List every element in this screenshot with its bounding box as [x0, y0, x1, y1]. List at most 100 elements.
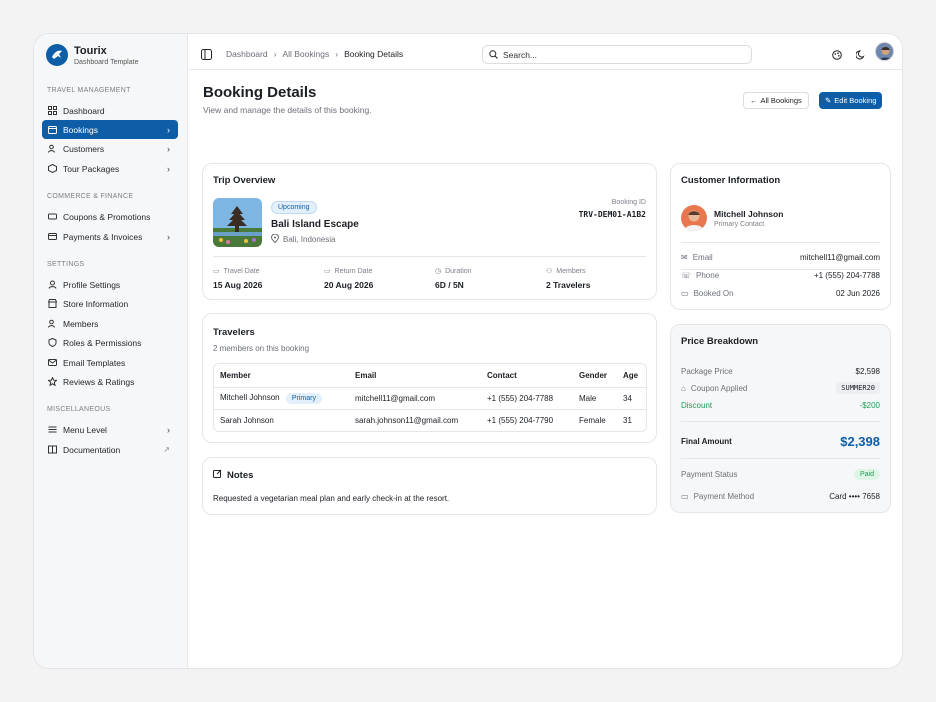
sidebar-item-label: Profile Settings [63, 279, 121, 290]
sidebar-item-coupons[interactable]: Coupons & Promotions [42, 207, 178, 226]
age-cell: 34 [617, 386, 646, 409]
sidebar-item-menu-level[interactable]: Menu Level › [42, 420, 178, 439]
search-placeholder: Search... [503, 49, 538, 60]
brand-name: Tourix [74, 44, 107, 57]
sidebar-item-dashboard[interactable]: Dashboard [42, 101, 178, 120]
trip-stat-members: ⚇ Members 2 Travelers [546, 267, 590, 291]
stat-label: Travel Date [223, 267, 260, 275]
sidebar-item-label: Store Information [63, 298, 129, 309]
chevron-right-icon: › [167, 232, 170, 242]
store-icon [48, 299, 57, 308]
breadcrumb-all-bookings[interactable]: All Bookings [282, 49, 329, 59]
clock-icon: ◷ [435, 268, 442, 275]
sidebar-item-label: Coupons & Promotions [63, 211, 151, 222]
divider [213, 256, 646, 257]
final-amount-row: Final Amount $2,398 [681, 434, 880, 449]
map-pin-icon [270, 233, 280, 245]
primary-badge: Primary [285, 392, 322, 404]
card-icon [48, 232, 57, 241]
users-icon [48, 144, 57, 153]
user-avatar[interactable] [875, 42, 894, 61]
sidebar-item-profile-settings[interactable]: Profile Settings [42, 275, 178, 294]
search-input[interactable]: Search... [482, 45, 752, 64]
sidebar-item-email-templates[interactable]: Email Templates [42, 353, 178, 372]
brand[interactable]: Tourix Dashboard Template [46, 44, 138, 66]
grid-icon [48, 106, 57, 115]
stat-label: Duration [445, 267, 472, 275]
trip-stat-travel-date: ▭ Travel Date 15 Aug 2026 [213, 267, 262, 291]
table-row[interactable]: Sarah Johnson sarah.johnson11@gmail.com … [214, 408, 646, 431]
card-title: Notes [227, 469, 254, 481]
calendar-icon: ▭ [681, 289, 689, 298]
calendar-icon: ▭ [324, 268, 331, 275]
coupon-label: Coupon Applied [690, 383, 748, 393]
sidebar-item-label: Payments & Invoices [63, 231, 143, 242]
arrow-left-icon: ← [750, 96, 758, 105]
payment-status-label: Payment Status [681, 470, 738, 479]
sidebar-item-customers[interactable]: Customers › [42, 139, 178, 158]
all-bookings-label: All Bookings [760, 96, 802, 105]
divider [681, 269, 880, 270]
table-header-row: Member Email Contact Gender Age [214, 364, 646, 387]
gender-cell: Female [573, 408, 617, 431]
booking-id: TRV-DEM01-A1B2 [578, 210, 646, 219]
palette-icon[interactable] [832, 47, 842, 65]
sidebar-item-store-information[interactable]: Store Information [42, 294, 178, 313]
notes-card: Notes Requested a vegetarian meal plan a… [202, 457, 657, 515]
all-bookings-button[interactable]: ← All Bookings [743, 92, 809, 109]
calendar-icon [48, 125, 57, 134]
star-icon [48, 377, 57, 386]
member-cell: Mitchell Johnson Primary [214, 386, 349, 409]
sidebar-item-members[interactable]: Members [42, 314, 178, 333]
book-icon [48, 445, 57, 454]
user-icon [48, 280, 57, 289]
field-label: Phone [696, 271, 720, 280]
customer-phone[interactable]: +1 (555) 204-7788 [814, 271, 880, 280]
payment-method-label: Payment Method [693, 492, 755, 501]
table-row[interactable]: Mitchell Johnson Primary mitchell11@gmai… [214, 386, 646, 409]
breadcrumb-dashboard[interactable]: Dashboard [226, 49, 268, 59]
customer-name: Mitchell Johnson [714, 209, 784, 219]
package-price-row: Package Price $2,598 [681, 367, 880, 376]
final-amount-label: Final Amount [681, 437, 732, 446]
travelers-table: Member Email Contact Gender Age Mitchell… [213, 363, 647, 432]
coupon-code: SUMMER20 [836, 382, 880, 394]
sidebar-item-label: Customers [63, 143, 105, 154]
mail-icon [48, 358, 57, 367]
notes-text: Requested a vegetarian meal plan and ear… [213, 494, 450, 503]
edit-booking-label: Edit Booking [834, 96, 877, 105]
sidebar-item-roles[interactable]: Roles & Permissions [42, 333, 178, 352]
page-title: Booking Details [203, 84, 317, 101]
card-title: Price Breakdown [681, 336, 759, 347]
section-miscellaneous: MISCELLANEOUS [47, 406, 111, 413]
column-header: Age [623, 370, 639, 380]
booking-id-label: Booking ID [611, 199, 646, 206]
price-breakdown-card: Price Breakdown Package Price $2,598 ⌂ Co… [670, 324, 891, 513]
card-title: Travelers [213, 327, 255, 338]
breadcrumb-current: Booking Details [344, 49, 404, 59]
member-cell: Sarah Johnson [214, 408, 349, 431]
moon-icon[interactable] [855, 47, 866, 65]
sidebar-item-documentation[interactable]: Documentation ↗ [42, 440, 178, 459]
trip-location: Bali, Indonesia [270, 233, 335, 245]
sidebar-item-tour-packages[interactable]: Tour Packages › [42, 159, 178, 178]
member-name: Mitchell Johnson [220, 392, 280, 402]
customer-role: Primary Contact [714, 221, 765, 228]
trip-stat-duration: ◷ Duration 6D / 5N [435, 267, 472, 291]
edit-booking-button[interactable]: ✎ Edit Booking [819, 92, 883, 109]
travelers-card: Travelers 2 members on this booking Memb… [202, 313, 657, 443]
card-title: Trip Overview [213, 175, 276, 186]
booked-on-value: 02 Jun 2026 [835, 289, 880, 298]
logo-icon [46, 44, 68, 66]
sidebar-item-label: Tour Packages [63, 163, 120, 174]
customer-email[interactable]: mitchell11@gmail.com [800, 253, 880, 262]
divider [681, 421, 880, 422]
sidebar-item-bookings[interactable]: Bookings › [42, 120, 178, 139]
gender-cell: Male [573, 386, 617, 409]
sidebar-item-reviews[interactable]: Reviews & Ratings [42, 372, 178, 391]
package-price-label: Package Price [681, 367, 733, 376]
age-cell: 31 [617, 408, 646, 431]
sidebar-item-payments[interactable]: Payments & Invoices › [42, 227, 178, 246]
sidebar-toggle-icon[interactable] [201, 47, 212, 65]
chevron-right-icon: › [167, 164, 170, 174]
